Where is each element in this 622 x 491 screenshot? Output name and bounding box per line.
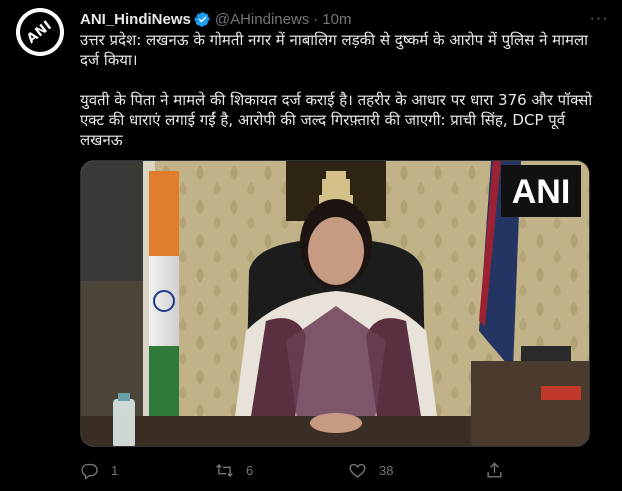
avatar-logo-text: ANI (24, 17, 56, 47)
ani-logo: ANI (20, 12, 60, 52)
separator-dot: · (313, 10, 319, 28)
like-count: 38 (379, 462, 394, 478)
author-handle[interactable]: @AHindinews (215, 11, 309, 28)
share-icon (487, 461, 502, 478)
retweet-count: 6 (246, 462, 254, 478)
reply-button[interactable]: 1 (80, 461, 118, 480)
author-name[interactable]: ANI_HindiNews (80, 11, 191, 28)
more-options-button[interactable]: ··· (586, 6, 612, 32)
heart-icon (349, 463, 366, 478)
more-icon: ··· (589, 10, 609, 27)
tweet-paragraph-2: युवती के पिता ने मामले की शिकायत दर्ज कर… (80, 91, 593, 149)
reply-icon (81, 463, 98, 480)
person-face (308, 217, 364, 285)
reply-count: 1 (111, 462, 119, 478)
retweet-icon (216, 463, 233, 477)
verified-badge-icon (194, 11, 210, 27)
tweet-paragraph-1: उत्तर प्रदेश: लखनऊ के गोमती नगर में नाबा… (80, 31, 589, 69)
timestamp[interactable]: 10m (322, 11, 351, 28)
like-button[interactable]: 38 (348, 461, 393, 480)
video-frame: ANI (81, 161, 589, 446)
tweet[interactable]: ANI ANI_HindiNews @AHindinews · 10m ··· … (0, 0, 622, 491)
window (81, 161, 143, 281)
ani-watermark: ANI (512, 173, 571, 211)
tweet-actions: 1 6 38 (80, 458, 510, 482)
retweet-button[interactable]: 6 (215, 461, 253, 480)
tweet-text: उत्तर प्रदेश: लखनऊ के गोमती नगर में नाबा… (80, 30, 600, 150)
tweet-header: ANI_HindiNews @AHindinews · 10m (80, 9, 351, 29)
avatar[interactable]: ANI (16, 8, 64, 56)
share-button[interactable] (485, 461, 504, 480)
water-bottle (113, 399, 135, 446)
video-thumbnail[interactable]: ANI (80, 160, 590, 447)
flag-saffron (149, 171, 179, 256)
